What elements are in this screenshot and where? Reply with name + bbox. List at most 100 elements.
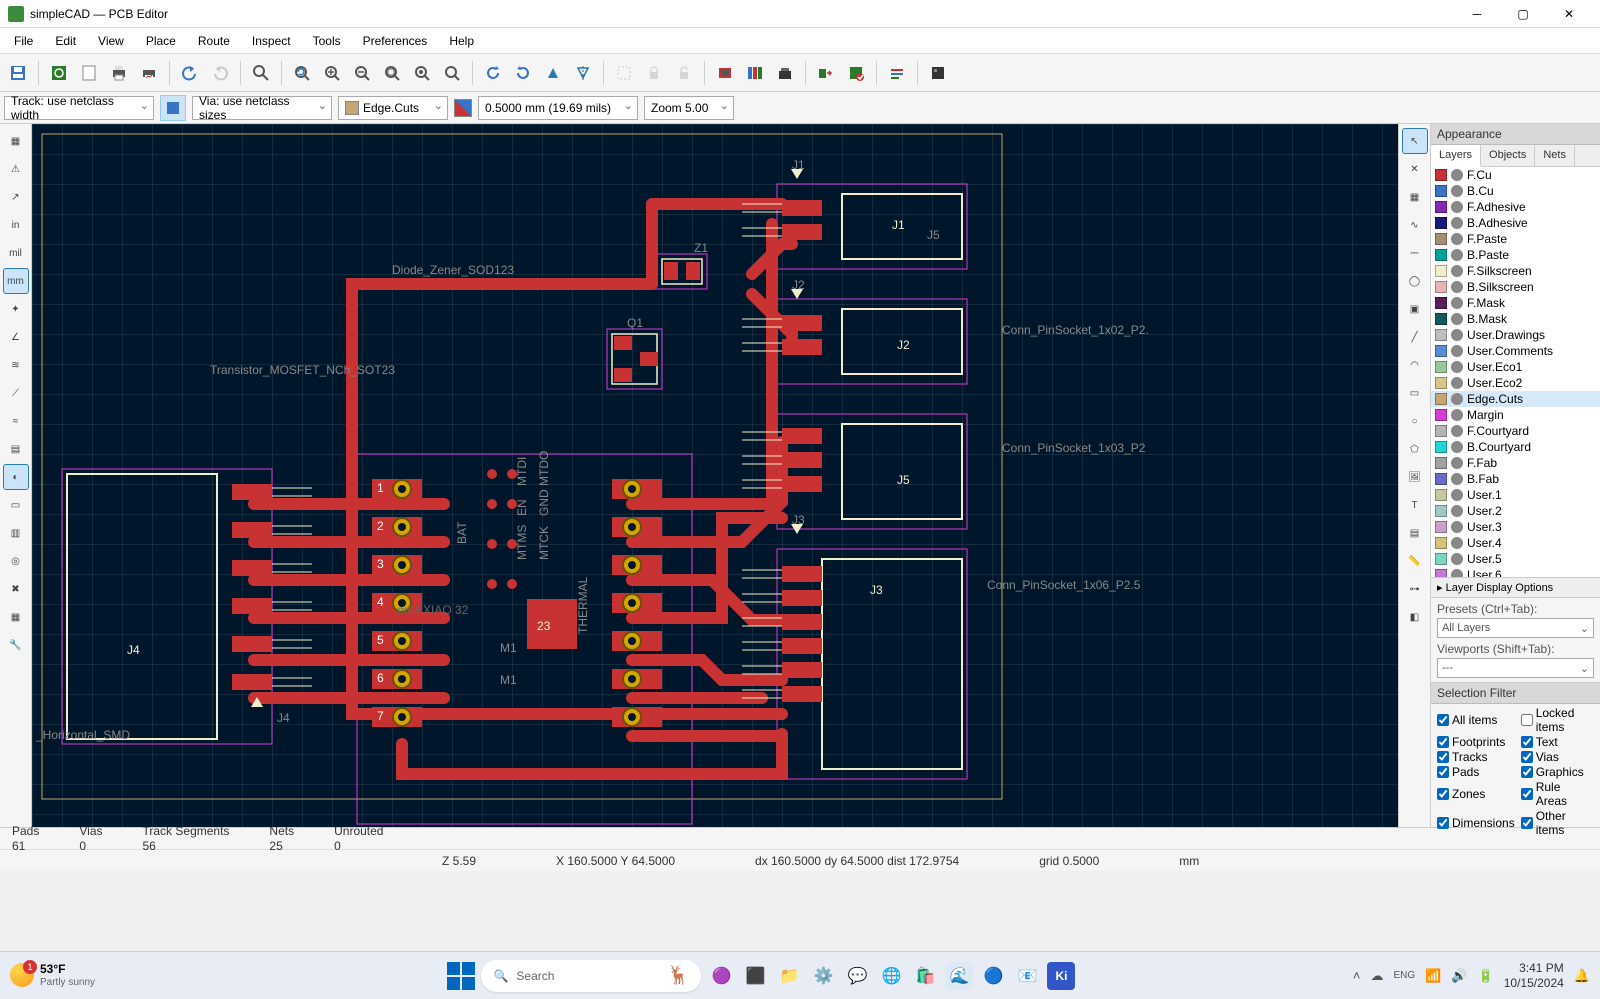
lock-button[interactable] [640,59,668,87]
layer-visibility-icon[interactable] [1451,425,1463,437]
minimize-button[interactable]: ─ [1454,0,1500,28]
layer-visibility-icon[interactable] [1451,249,1463,261]
undo-button[interactable] [176,59,204,87]
layer-row[interactable]: User.2 [1431,503,1600,519]
save-button[interactable] [4,59,32,87]
rtool-arc[interactable]: ◠ [1402,352,1428,378]
find-button[interactable] [247,59,275,87]
ltool-snap[interactable]: ✦ [3,296,29,322]
ltool-hatch[interactable]: ▤ [3,436,29,462]
layer-visibility-icon[interactable] [1451,521,1463,533]
rtool-wave[interactable]: ∿ [1402,212,1428,238]
selfilter-dimensions[interactable]: Dimensions [1437,809,1515,837]
layer-visibility-icon[interactable] [1451,345,1463,357]
ltool-blend[interactable]: ≈ [3,408,29,434]
layer-visibility-icon[interactable] [1451,409,1463,421]
scripting-button[interactable] [883,59,911,87]
layer-visibility-icon[interactable] [1451,281,1463,293]
task-chrome-icon[interactable]: 🌐 [877,962,905,990]
tray-onedrive-icon[interactable]: ☁ [1371,968,1384,984]
selfilter-zones[interactable]: Zones [1437,780,1515,808]
presets-dropdown[interactable]: All Layers [1437,618,1594,638]
menu-place[interactable]: Place [136,31,186,51]
task-outlook-icon[interactable]: 📧 [1013,962,1041,990]
ltool-chip[interactable]: ▥ [3,520,29,546]
redo-button[interactable] [206,59,234,87]
menu-file[interactable]: File [4,31,43,51]
menu-view[interactable]: View [88,31,134,51]
tab-nets[interactable]: Nets [1535,145,1575,166]
rtool-arrow[interactable]: ↖ [1402,128,1428,154]
layer-dropdown[interactable]: Edge.Cuts [338,96,448,120]
layer-row[interactable]: F.Adhesive [1431,199,1600,215]
group-button[interactable] [610,59,638,87]
rtool-drop[interactable]: ⎓ [1402,240,1428,266]
ltool-via[interactable]: ◎ [3,548,29,574]
layer-row[interactable]: User.4 [1431,535,1600,551]
layer-row[interactable]: F.Cu [1431,167,1600,183]
ltool-slope[interactable]: ↗ [3,184,29,210]
layer-row[interactable]: User.3 [1431,519,1600,535]
layer-display-options[interactable]: Layer Display Options [1431,577,1600,597]
tray-wifi-icon[interactable]: 📶 [1425,968,1441,984]
rtool-net[interactable]: ⊶ [1402,576,1428,602]
pcb-canvas[interactable]: 1234567 J1 J1 J5 J2 J2 J5 [32,124,1398,827]
rtool-poly[interactable]: ⬠ [1402,436,1428,462]
tab-objects[interactable]: Objects [1481,145,1535,166]
print-button[interactable] [105,59,133,87]
ltool-trace2[interactable]: ⟋ [3,380,29,406]
selfilter-other-items[interactable]: Other items [1521,809,1594,837]
tray-battery-icon[interactable]: 🔋 [1478,968,1494,984]
drc-button[interactable] [842,59,870,87]
task-view-icon[interactable]: ⬛ [741,962,769,990]
maximize-button[interactable]: ▢ [1500,0,1546,28]
ltool-warn[interactable]: ⚠ [3,156,29,182]
task-edge-icon[interactable]: 🌊 [945,962,973,990]
footprint-editor-button[interactable] [711,59,739,87]
grid-dropdown[interactable]: 0.5000 mm (19.69 mils) [478,96,638,120]
selfilter-all-items[interactable]: All items [1437,706,1515,734]
track-width-dropdown[interactable]: Track: use netclass width [4,96,154,120]
selfilter-text[interactable]: Text [1521,735,1594,749]
selfilter-footprints[interactable]: Footprints [1437,735,1515,749]
update-pcb-button[interactable] [812,59,840,87]
layer-visibility-icon[interactable] [1451,473,1463,485]
rtool-rect[interactable]: ▭ [1402,380,1428,406]
zoom-selection-button[interactable] [438,59,466,87]
layer-row[interactable]: User.Drawings [1431,327,1600,343]
layer-row[interactable]: F.Paste [1431,231,1600,247]
layer-list[interactable]: F.CuB.CuF.AdhesiveB.AdhesiveF.PasteB.Pas… [1431,167,1600,577]
auto-track-button[interactable] [160,95,186,121]
menu-tools[interactable]: Tools [303,31,351,51]
layer-visibility-icon[interactable] [1451,537,1463,549]
mirror-v-button[interactable] [569,59,597,87]
zoom-out-button[interactable] [348,59,376,87]
layer-row[interactable]: B.Adhesive [1431,215,1600,231]
menu-route[interactable]: Route [188,31,240,51]
ltool-x[interactable]: ✖ [3,576,29,602]
layer-row[interactable]: User.Eco1 [1431,359,1600,375]
layer-row[interactable]: B.Cu [1431,183,1600,199]
rtool-ic[interactable]: ▣ [1402,296,1428,322]
layer-row[interactable]: F.Mask [1431,295,1600,311]
layer-visibility-icon[interactable] [1451,553,1463,565]
task-teams-icon[interactable]: 💬 [843,962,871,990]
layer-row[interactable]: B.Mask [1431,311,1600,327]
zoom-dropdown[interactable]: Zoom 5.00 [644,96,734,120]
layer-row[interactable]: Edge.Cuts [1431,391,1600,407]
layer-row[interactable]: User.1 [1431,487,1600,503]
rotate-ccw-button[interactable] [479,59,507,87]
layer-visibility-icon[interactable] [1451,297,1463,309]
taskbar-clock[interactable]: 3:41 PM10/15/2024 [1504,961,1564,990]
layer-visibility-icon[interactable] [1451,185,1463,197]
menu-edit[interactable]: Edit [45,31,86,51]
menu-inspect[interactable]: Inspect [242,31,301,51]
menu-preferences[interactable]: Preferences [353,31,438,51]
tray-chevron-icon[interactable]: ˄ [1353,968,1361,983]
task-settings-icon[interactable]: ⚙️ [809,962,837,990]
task-store-icon[interactable]: 🛍️ [911,962,939,990]
layer-visibility-icon[interactable] [1451,377,1463,389]
layer-row[interactable]: User.6 [1431,567,1600,577]
hide-show-button[interactable] [924,59,952,87]
viewports-dropdown[interactable]: --- [1437,658,1594,678]
